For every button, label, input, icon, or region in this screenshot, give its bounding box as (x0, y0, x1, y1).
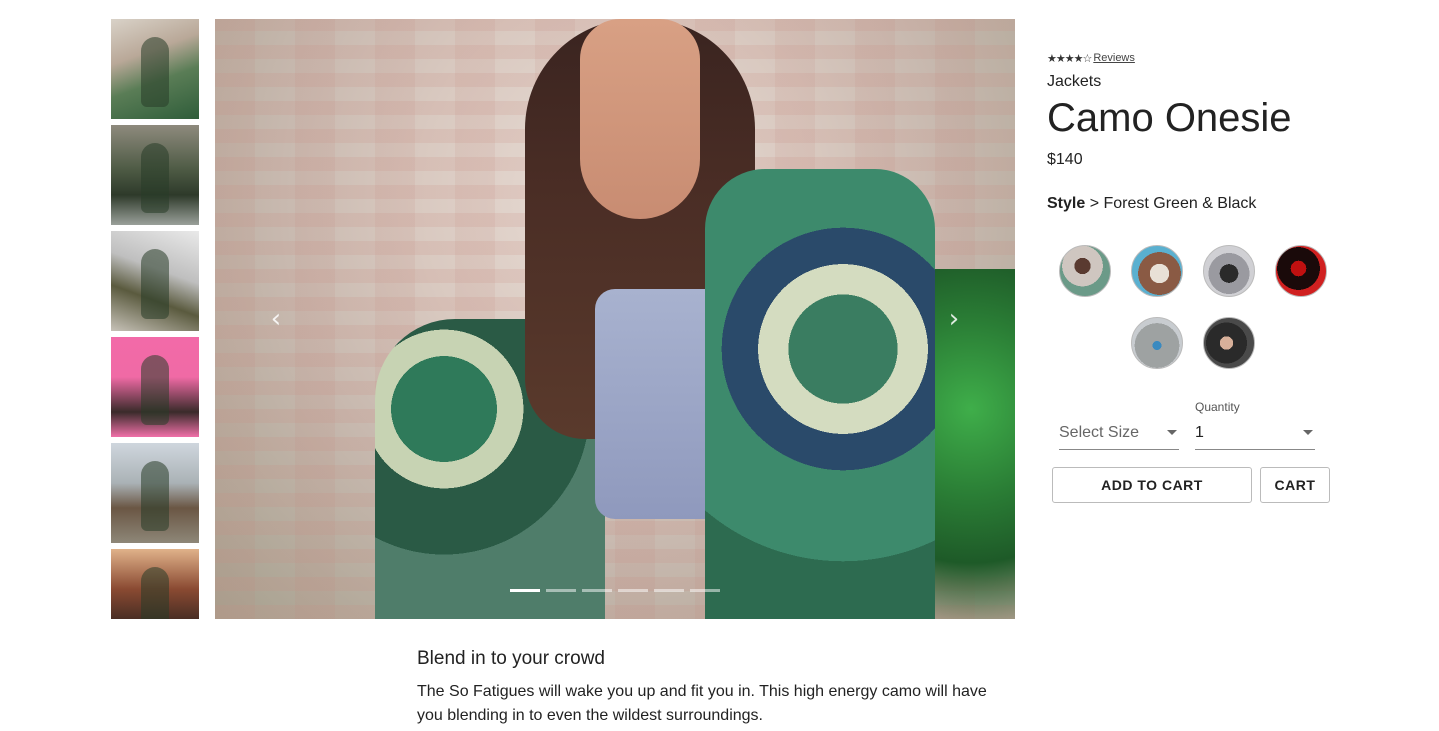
carousel-prev-icon[interactable]: ‹ (261, 304, 291, 334)
thumbnail-figure (141, 461, 169, 531)
model-face (580, 19, 700, 219)
thumbnail-figure (141, 143, 169, 213)
quantity-label: Quantity (1195, 400, 1240, 414)
product-description: Blend in to your crowd The So Fatigues w… (417, 648, 1017, 728)
thumbnail-list (111, 19, 199, 619)
quantity-select-value: 1 (1195, 423, 1204, 441)
reviews-link[interactable]: Reviews (1093, 52, 1135, 64)
thumbnail[interactable] (111, 337, 199, 437)
style-swatch[interactable] (1203, 245, 1255, 297)
style-swatch[interactable] (1131, 245, 1183, 297)
description-body: The So Fatigues will wake you up and fit… (417, 683, 987, 724)
style-swatch[interactable] (1059, 245, 1111, 297)
swatch-row (1053, 317, 1333, 369)
size-label (1059, 400, 1179, 416)
model-photo (375, 19, 935, 619)
carousel-indicator[interactable] (618, 589, 648, 592)
style-separator: > (1085, 195, 1104, 212)
option-selects: Select Size Quantity 1 (1059, 400, 1315, 450)
add-to-cart-button[interactable]: ADD TO CART (1052, 467, 1252, 503)
style-swatch[interactable] (1275, 245, 1327, 297)
carousel-indicator[interactable] (546, 589, 576, 592)
cart-button[interactable]: CART (1260, 467, 1330, 503)
thumbnail[interactable] (111, 549, 199, 619)
style-swatch[interactable] (1203, 317, 1255, 369)
jacket-right (705, 169, 935, 619)
carousel-indicator[interactable] (510, 589, 540, 592)
thumbnail[interactable] (111, 443, 199, 543)
quantity-select[interactable]: 1 (1195, 416, 1315, 450)
cart-actions: ADD TO CART CART (1052, 467, 1330, 503)
style-label: Style (1047, 195, 1086, 212)
carousel-next-icon[interactable]: › (939, 304, 969, 334)
star-rating-icon: ★★★★☆ (1047, 51, 1092, 65)
rating-row: ★★★★☆ Reviews (1047, 50, 1347, 66)
quantity-select-field: Quantity 1 (1195, 400, 1315, 450)
size-select[interactable]: Select Size (1059, 416, 1179, 450)
chevron-down-icon (1167, 430, 1177, 435)
product-title: Camo Onesie (1047, 96, 1292, 140)
thumbnail[interactable] (111, 125, 199, 225)
carousel-indicator[interactable] (582, 589, 612, 592)
thumbnail[interactable] (111, 19, 199, 121)
thumbnail-figure (141, 37, 169, 107)
chevron-down-icon (1303, 430, 1313, 435)
product-price: $140 (1047, 151, 1083, 168)
product-info-panel: ★★★★☆ Reviews Jackets Camo Onesie $140 S… (1047, 50, 1347, 213)
carousel-indicators (510, 589, 720, 592)
size-select-field: Select Size (1059, 400, 1179, 450)
thumbnail-figure (141, 567, 169, 619)
carousel-indicator[interactable] (654, 589, 684, 592)
carousel-indicator[interactable] (690, 589, 720, 592)
thumbnail-figure (141, 355, 169, 425)
product-image-carousel: ‹ › (215, 19, 1015, 619)
description-heading: Blend in to your crowd (417, 648, 605, 669)
size-select-value: Select Size (1059, 423, 1140, 441)
style-swatch[interactable] (1131, 317, 1183, 369)
product-category: Jackets (1047, 73, 1102, 90)
thumbnail[interactable] (111, 231, 199, 331)
style-value: Forest Green & Black (1103, 195, 1257, 212)
style-swatches (1053, 245, 1333, 389)
swatch-row (1053, 245, 1333, 297)
thumbnail-figure (141, 249, 169, 319)
style-selected: Style > Forest Green & Black (1047, 195, 1347, 213)
